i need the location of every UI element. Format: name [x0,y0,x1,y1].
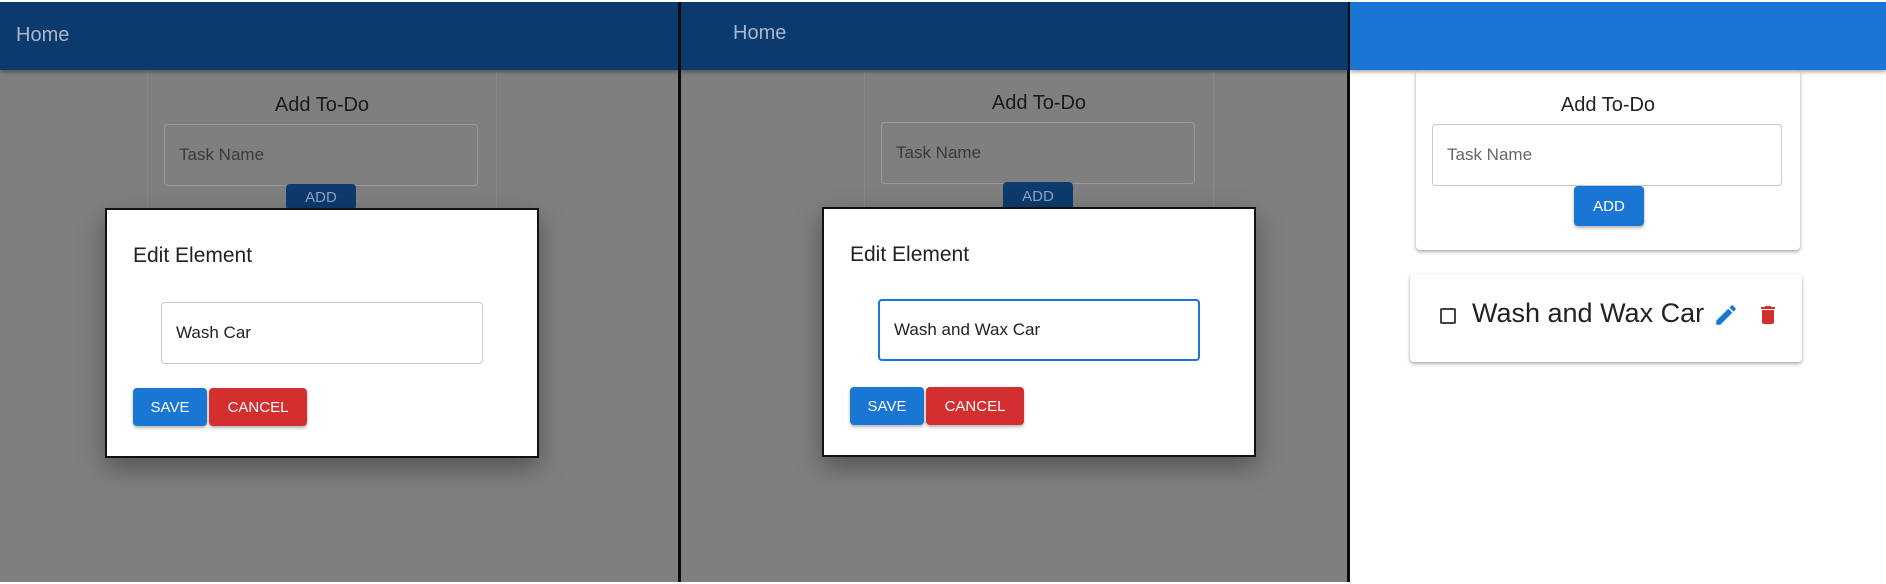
add-todo-title: Add To-Do [274,94,370,116]
home-link[interactable]: Home [16,24,69,47]
add-todo-card: Add To-Do Task Name ADD [1416,70,1800,250]
todo-checkbox[interactable] [1440,308,1456,324]
home-link[interactable]: Home [733,22,786,45]
add-todo-title: Add To-Do [1560,94,1656,116]
todo-item: Wash and Wax Car [1410,274,1802,362]
add-button[interactable]: ADD [1003,182,1073,210]
cancel-button[interactable]: CANCEL [209,388,307,426]
edit-element-dialog: Edit Element Wash and Wax Car SAVE CANCE… [822,207,1256,457]
add-todo-card: Add To-Do Task Name ADD [865,68,1213,210]
save-button[interactable]: SAVE [133,388,207,426]
edit-element-input[interactable]: Wash Car [161,302,483,364]
edit-element-dialog: Edit Element Wash Car SAVE CANCEL [105,208,539,458]
add-button[interactable]: ADD [286,184,356,210]
pencil-icon[interactable] [1713,302,1739,328]
dialog-title: Edit Element [850,243,970,266]
add-todo-card: Add To-Do Task Name ADD [148,70,496,210]
add-todo-title: Add To-Do [991,92,1087,114]
app-bar [1350,2,1886,70]
task-name-input[interactable]: Task Name [1432,124,1782,186]
task-name-input[interactable]: Task Name [881,122,1195,184]
todo-text: Wash and Wax Car [1472,298,1705,328]
cancel-button[interactable]: CANCEL [926,387,1024,425]
screen-todo-list-updated: Add To-Do Task Name ADD Wash and Wax Car [1350,2,1886,582]
app-bar: Home [681,2,1348,70]
add-button[interactable]: ADD [1574,186,1644,226]
edit-element-input[interactable]: Wash and Wax Car [878,299,1200,361]
trash-icon[interactable] [1756,302,1780,328]
app-bar: Home [0,2,678,70]
task-name-input[interactable]: Task Name [164,124,478,186]
screen-edit-dialog-initial: Home Add To-Do Task Name ADD Edit Elemen… [0,2,678,582]
dialog-title: Edit Element [133,244,253,267]
screen-edit-dialog-edited: Home Add To-Do Task Name ADD Edit Elemen… [681,2,1348,582]
save-button[interactable]: SAVE [850,387,924,425]
